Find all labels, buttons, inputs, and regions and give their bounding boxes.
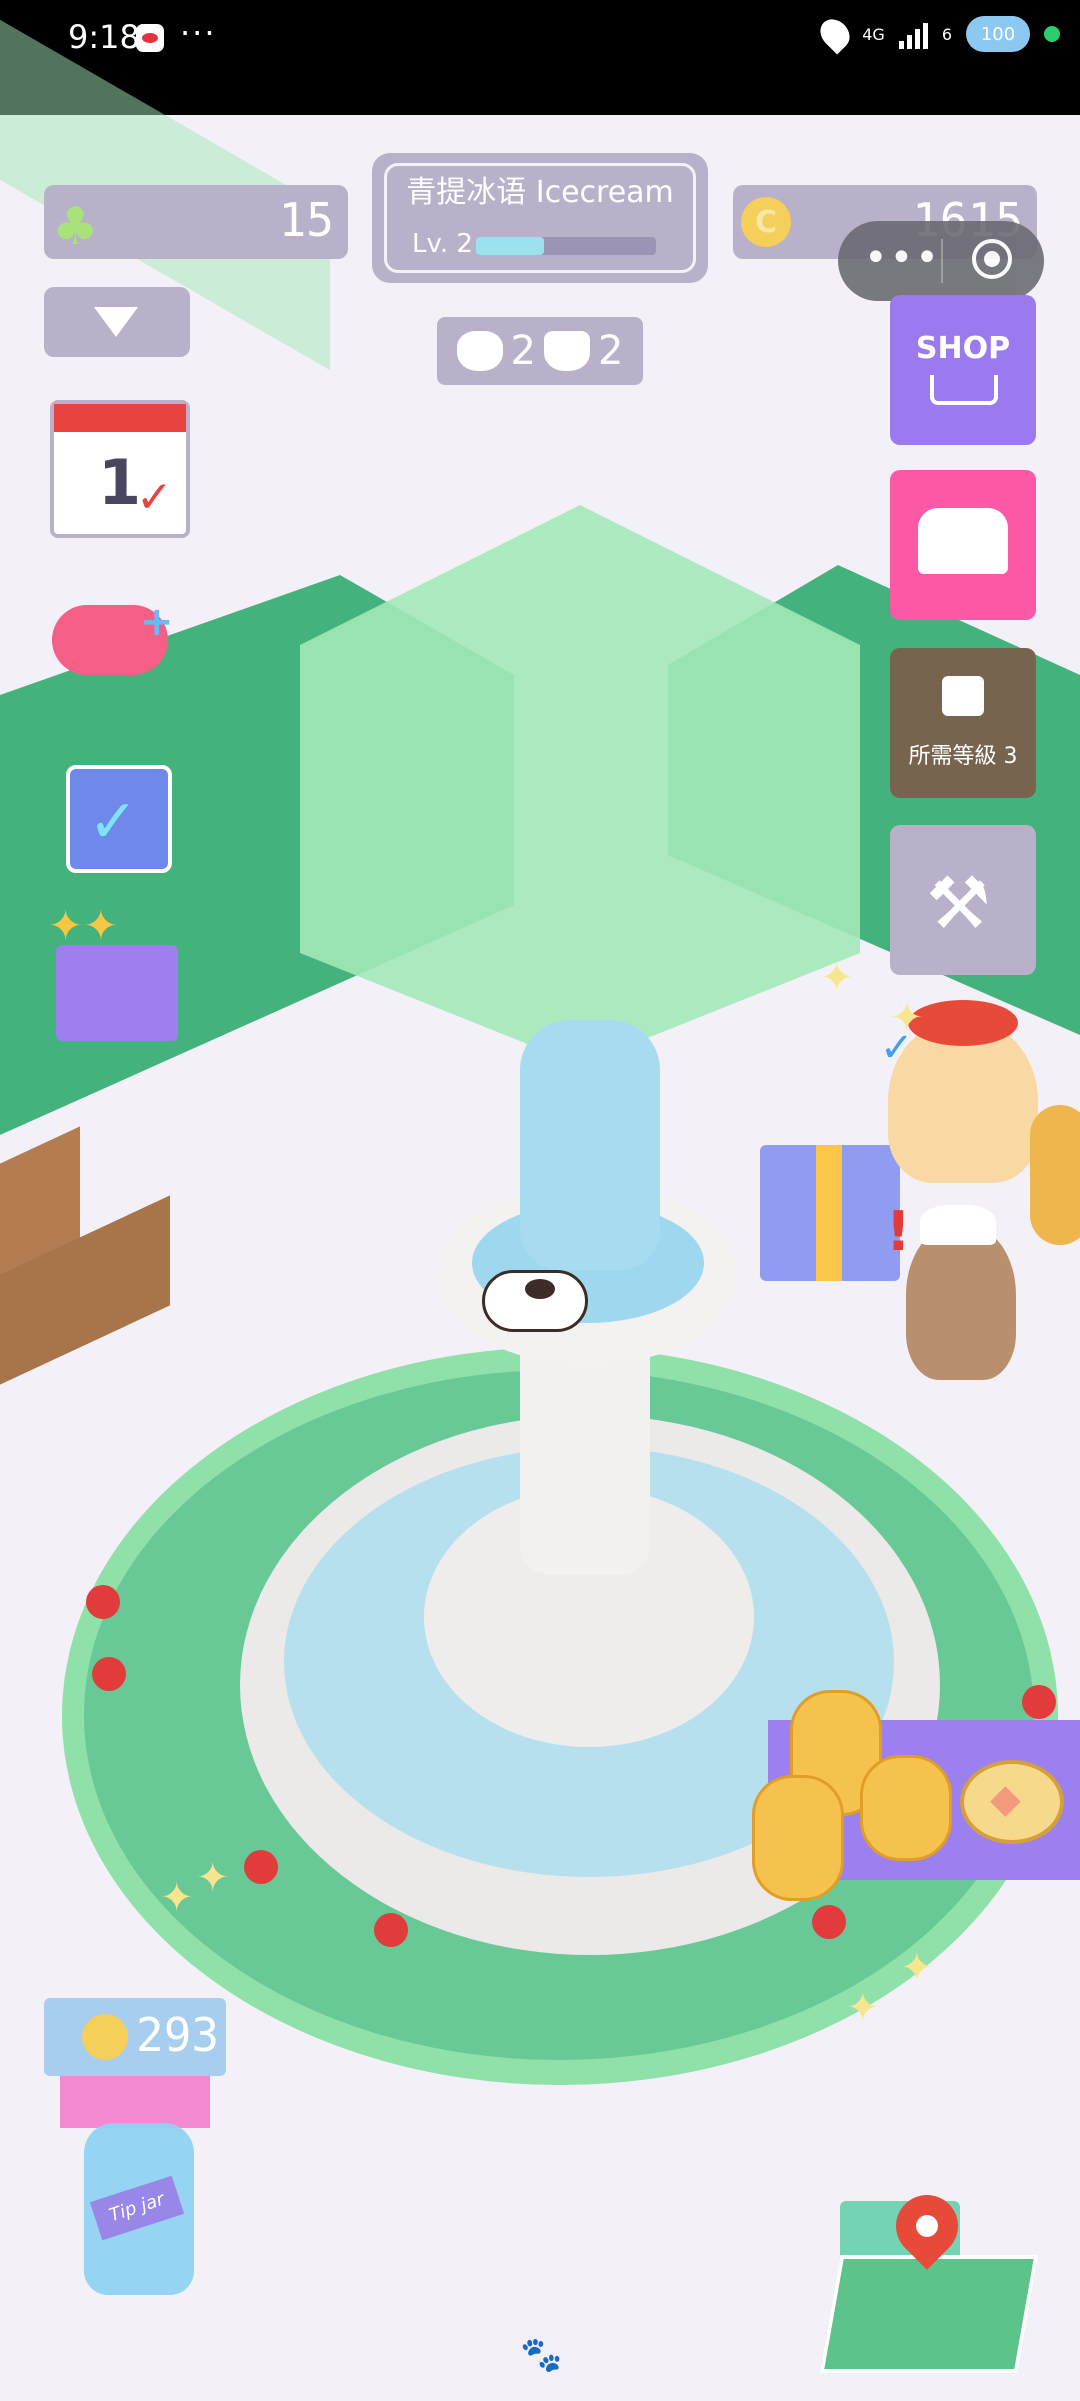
cat-icon <box>544 331 590 371</box>
cat-count: 2 <box>598 328 624 374</box>
build-tools-button[interactable]: ⚒ <box>890 825 1036 975</box>
coin-stack-icon <box>860 1755 952 1861</box>
cat-chef[interactable] <box>906 1225 1016 1380</box>
battery-icon: 100 <box>966 16 1030 52</box>
collapse-menu-button[interactable] <box>44 287 190 357</box>
rose <box>812 1905 846 1939</box>
sparkle-icon: ✦ <box>900 1945 934 1991</box>
sparkle-icon: ✦ <box>196 1855 230 1901</box>
coin-stack-icon <box>752 1775 844 1901</box>
tools-icon: ⚒ <box>926 861 991 945</box>
privacy-indicator-icon <box>1044 26 1060 42</box>
xp-progress-fill <box>476 237 545 255</box>
gift-box[interactable] <box>760 1145 900 1281</box>
clover-icon: ♣ <box>52 197 99 257</box>
clover-counter: ♣ 15 <box>44 185 348 259</box>
close-target-icon[interactable] <box>972 239 1012 279</box>
rose <box>374 1913 408 1947</box>
alert-icon: ! <box>886 1200 911 1263</box>
beret-icon <box>908 1000 1018 1046</box>
rose <box>244 1850 278 1884</box>
mini-program-capsule[interactable]: ••• <box>838 221 1044 301</box>
dog-count: 2 <box>510 328 536 374</box>
coin-icon <box>82 2014 128 2060</box>
coin-icon: C <box>741 197 791 247</box>
status-time: 9:18 <box>68 18 140 56</box>
signal-icon <box>898 19 928 49</box>
chef-hat-icon <box>920 1205 996 1245</box>
sparkle-icon: ✦ <box>846 1985 880 2031</box>
sparkle-icon: ✦ <box>160 1875 194 1921</box>
tip-amount-pill: 293 <box>44 1998 226 2076</box>
fountain-spout <box>520 1020 660 1270</box>
plus-icon: + <box>140 599 174 645</box>
calico-cat[interactable] <box>482 1270 588 1332</box>
clover-count: 15 <box>278 193 334 247</box>
status-indicators: 4G 6 100 <box>814 13 1060 55</box>
required-level-label: 所需等級 3 <box>908 744 1018 769</box>
pet-counter: 2 2 <box>437 317 643 385</box>
calendar-header <box>54 404 186 432</box>
tip-amount: 293 <box>136 2008 220 2062</box>
cafe-title-panel[interactable]: 青提冰语 Icecream Lv. 2 <box>372 153 708 283</box>
locked-wardrobe-button[interactable]: 所需等級 3 <box>890 648 1036 798</box>
daily-checkin-button[interactable]: 1 ✓ <box>50 400 190 538</box>
tasks-button[interactable]: ✓ <box>66 765 172 873</box>
mystery-box-button[interactable] <box>48 901 178 1041</box>
wifi-icon: 6 <box>941 24 952 44</box>
checkmark-icon: ✓ <box>88 787 139 857</box>
map-button[interactable] <box>819 2182 1039 2395</box>
chest-icon <box>918 508 1008 574</box>
network-type: 4G <box>862 24 885 44</box>
rose <box>92 1657 126 1691</box>
rose <box>1022 1685 1056 1719</box>
paw-print-icon: 🐾 <box>520 2335 563 2375</box>
treasure-chest-button[interactable] <box>890 470 1036 620</box>
calendar-day: 1 <box>98 446 142 519</box>
sparkle-icon: ✦ <box>820 955 854 1001</box>
shop-button[interactable]: SHOP <box>890 295 1036 445</box>
location-icon <box>814 13 856 55</box>
check-icon: ✓ <box>136 472 173 523</box>
shop-label: SHOP <box>915 331 1011 366</box>
more-notifications-icon: ··· <box>180 14 217 52</box>
sparkle-icon: ✦ <box>890 995 924 1041</box>
app-notification-icon <box>136 24 164 52</box>
golden-dog[interactable] <box>1030 1105 1080 1245</box>
path-lawn <box>300 505 860 1065</box>
lock-icon <box>942 676 984 716</box>
map-icon <box>819 2255 1039 2373</box>
cafe-name: 青提冰语 Icecream <box>406 175 674 210</box>
dog-icon <box>456 331 503 371</box>
level-label: Lv. 2 <box>412 229 473 259</box>
capsule-divider <box>941 239 943 283</box>
game-scene[interactable]: ✓ ! ✦ ✦ ✦ ✦ ✦ ✦ 🐾 ♣ 15 青提冰语 Icecream Lv.… <box>0 19 1080 2401</box>
park-bench[interactable] <box>0 1115 200 1385</box>
ribbon-icon <box>60 2076 210 2128</box>
status-bar: 9:18 ··· 4G 6 100 <box>0 0 1080 115</box>
more-menu-icon[interactable]: ••• <box>864 235 941 281</box>
rose <box>86 1585 120 1619</box>
cart-icon <box>930 375 998 405</box>
diamond-coin-icon <box>960 1760 1064 1844</box>
xp-progress-bar <box>476 237 656 255</box>
